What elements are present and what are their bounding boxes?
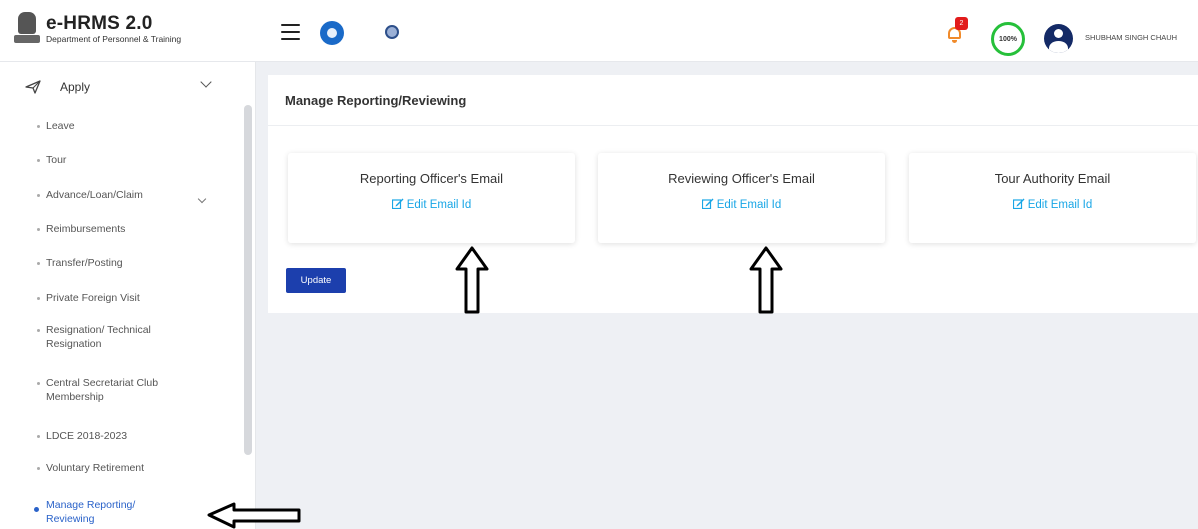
globe-icon[interactable] [320,21,344,45]
hamburger-icon[interactable] [281,24,300,40]
notification-badge: 2 [955,17,968,30]
emblem-logo [14,12,40,46]
send-icon [25,80,41,94]
sidebar-item-apply[interactable]: Apply [25,76,225,98]
sidebar-item-resignation[interactable]: Resignation/ Technical Resignation [37,323,196,351]
user-name[interactable]: SHUBHAM SINGH CHAUH [1085,33,1177,42]
edit-icon [1012,198,1025,209]
brand[interactable]: e-HRMS 2.0 Department of Personnel & Tra… [14,12,181,46]
sidebar-item-ldce[interactable]: LDCE 2018-2023 [37,429,206,443]
top-header: e-HRMS 2.0 Department of Personnel & Tra… [0,0,1198,62]
sidebar-item-private-foreign-visit[interactable]: Private Foreign Visit [37,291,206,305]
edit-tour-authority-email-link[interactable]: Edit Email Id [909,198,1196,211]
sidebar-item-leave[interactable]: Leave [37,119,206,133]
manage-reporting-panel: Manage Reporting/Reviewing Reporting Off… [268,75,1198,313]
edit-link-text: Edit Email Id [406,199,472,211]
edit-icon [701,198,714,209]
app-name: e-HRMS 2.0 [46,13,153,34]
sidebar-item-reimbursements[interactable]: Reimbursements [37,222,206,236]
left-arrow-annotation [207,502,301,529]
avatar-icon[interactable] [1044,24,1073,53]
wheel-icon[interactable] [385,25,399,39]
sidebar-item-cs-club-membership[interactable]: Central Secretariat Club Membership [37,376,196,404]
sidebar-item-tour[interactable]: Tour [37,153,206,167]
card-title: Tour Authority Email [994,171,1111,186]
edit-reviewing-email-link[interactable]: Edit Email Id [598,198,885,211]
edit-link-text: Edit Email Id [1027,199,1093,211]
page-title: Manage Reporting/Reviewing [285,93,467,108]
card-title: Reporting Officer's Email [359,171,504,186]
reporting-officer-card: Reporting Officer's Email Edit Email Id [288,153,575,243]
card-title: Reviewing Officer's Email [668,171,815,186]
department-name: Department of Personnel & Training [46,34,182,44]
up-arrow-annotation [455,246,489,314]
sidebar-item-advance-loan-claim[interactable]: Advance/Loan/Claim [37,188,206,202]
sidebar-item-voluntary-retirement[interactable]: Voluntary Retirement [37,461,206,475]
sidebar: Apply Leave Tour Advance/Loan/Claim Reim… [0,62,256,529]
sidebar-item-label: Apply [60,80,91,94]
sidebar-item-manage-reporting[interactable]: Manage Reporting/ Reviewing [34,498,156,526]
sidebar-item-transfer-posting[interactable]: Transfer/Posting [37,256,206,270]
divider [268,125,1198,126]
update-button[interactable]: Update [286,268,346,293]
tour-authority-card: Tour Authority Email Edit Email Id [909,153,1196,243]
sidebar-scrollbar[interactable] [244,105,252,455]
edit-reporting-email-link[interactable]: Edit Email Id [288,198,575,211]
chevron-down-icon [200,76,212,88]
profile-completion-badge: 100% [991,22,1025,56]
edit-link-text: Edit Email Id [716,199,782,211]
reviewing-officer-card: Reviewing Officer's Email Edit Email Id [598,153,885,243]
edit-icon [391,198,404,209]
up-arrow-annotation [749,246,783,314]
